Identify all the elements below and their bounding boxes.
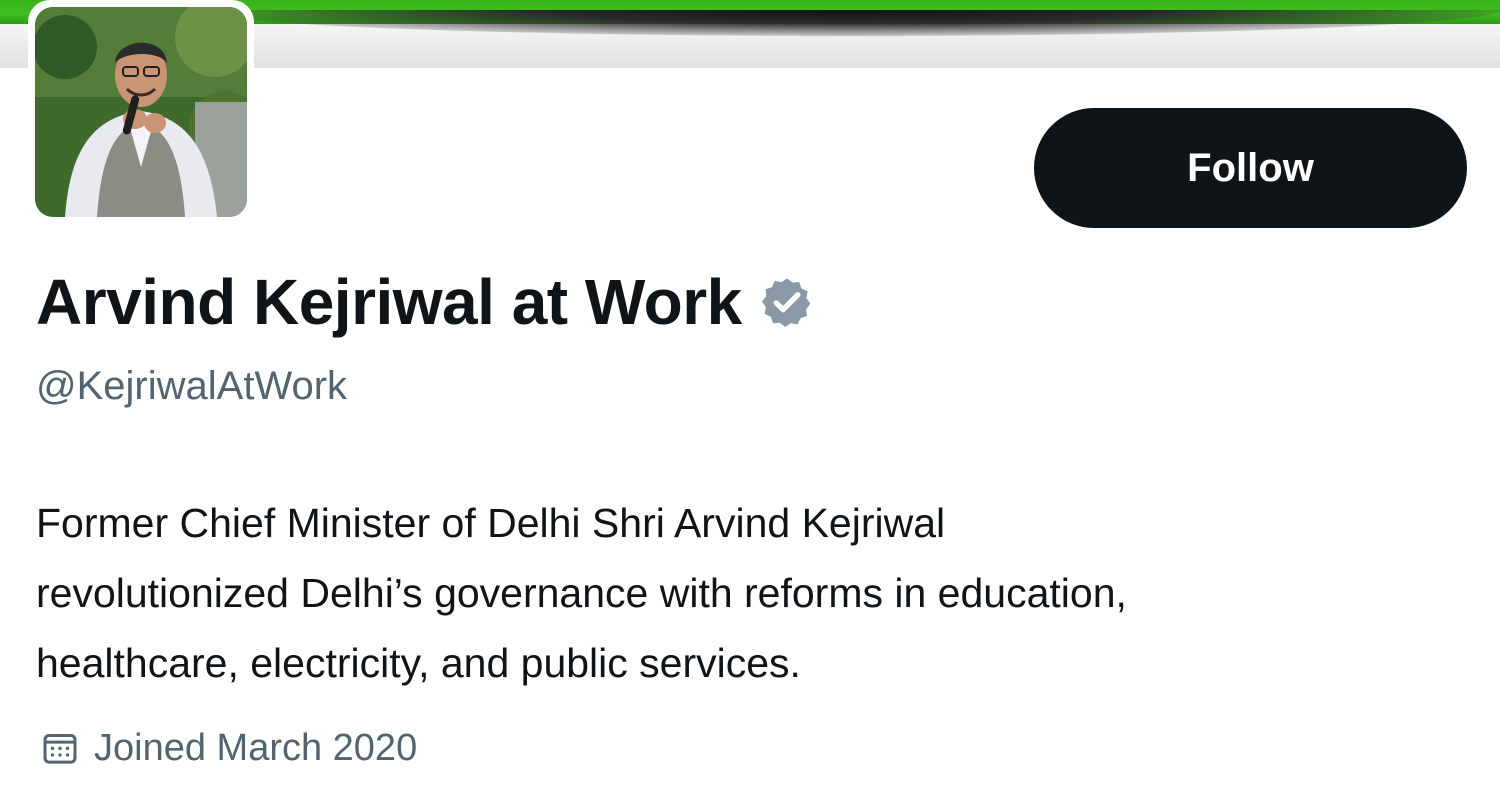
display-name-row: Arvind Kejriwal at Work [36, 262, 814, 342]
bio-line: healthcare, electricity, and public serv… [36, 640, 801, 686]
display-name: Arvind Kejriwal at Work [36, 266, 742, 338]
profile-header: Follow Arvind Kejriwal at Work @Kejriwal… [0, 0, 1500, 800]
bio-line: revolutionized Delhi’s governance with r… [36, 570, 1127, 616]
bio-line: Former Chief Minister of Delhi Shri Arvi… [36, 500, 946, 546]
avatar-photo [35, 7, 247, 217]
verified-badge-icon[interactable] [760, 275, 814, 329]
profile-bio: Former Chief Minister of Delhi Shri Arvi… [36, 488, 1456, 698]
joined-date-row: Joined March 2020 [40, 722, 417, 774]
follow-button[interactable]: Follow [1034, 108, 1467, 228]
avatar[interactable] [28, 0, 254, 224]
profile-handle: @KejriwalAtWork [36, 364, 348, 408]
calendar-icon [40, 728, 80, 768]
joined-date: Joined March 2020 [94, 726, 418, 769]
banner-shadow-curve [200, 10, 1500, 36]
